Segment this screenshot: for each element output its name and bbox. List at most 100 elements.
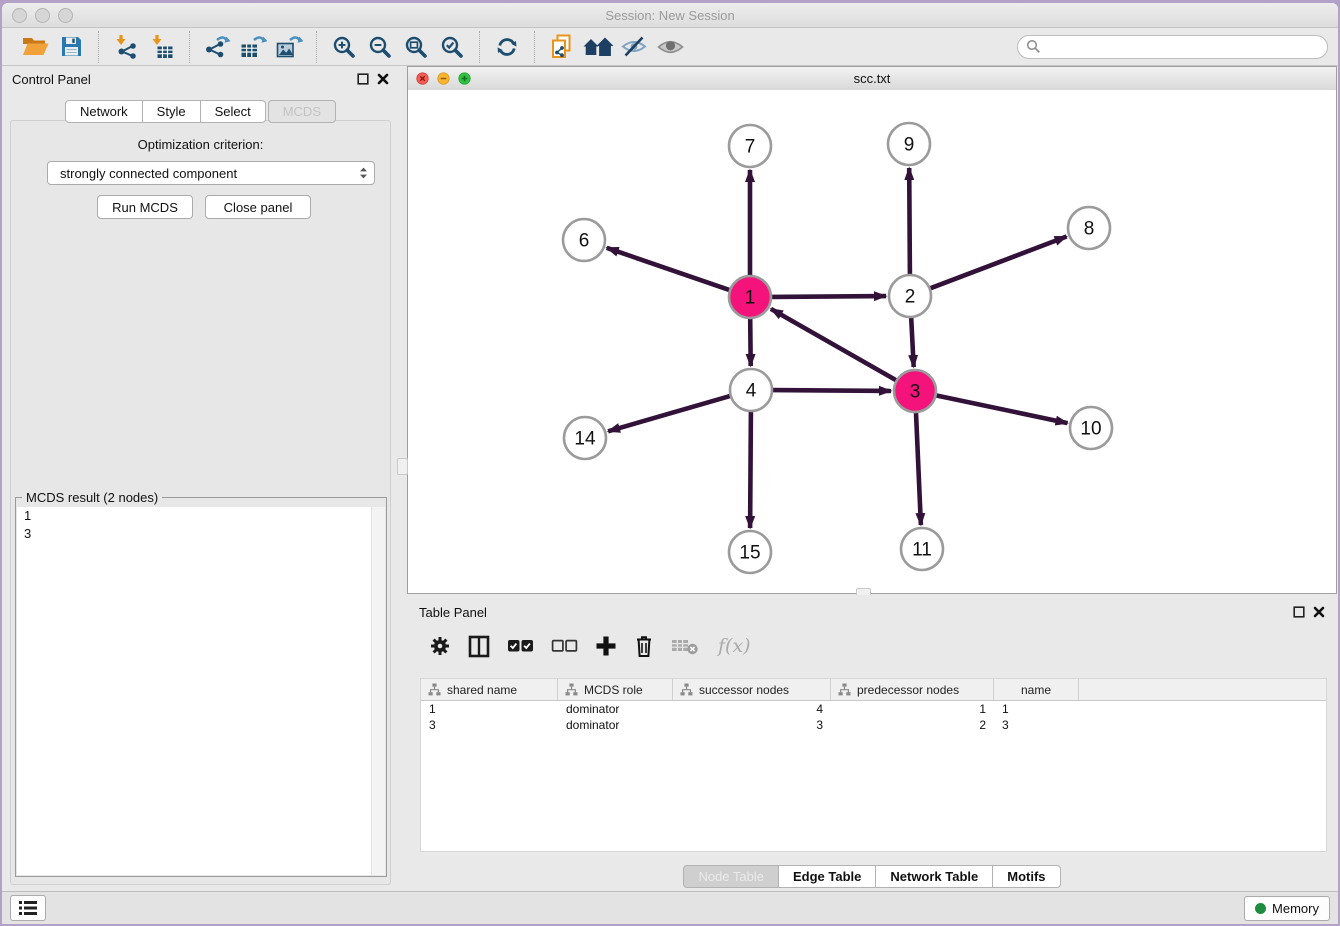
column-header-predecessor-nodes[interactable]: predecessor nodes [831, 679, 994, 700]
export-image-button[interactable] [271, 31, 307, 63]
close-window-button[interactable] [12, 8, 27, 23]
criterion-value: strongly connected component [60, 166, 359, 181]
graph-edge-4-3[interactable] [773, 390, 891, 391]
column-header-successor-nodes[interactable]: successor nodes [673, 679, 831, 700]
graph-node-4[interactable]: 4 [730, 369, 772, 411]
close-panel-button[interactable]: Close panel [205, 195, 311, 219]
open-session-button[interactable] [17, 31, 53, 63]
tab-edge-table[interactable]: Edge Table [778, 865, 876, 888]
node-table: shared nameMCDS rolesuccessor nodesprede… [420, 678, 1327, 852]
hide-details-button[interactable] [616, 31, 652, 63]
delete-column-button[interactable] [634, 634, 654, 658]
table-cell[interactable]: 3 [994, 718, 1079, 732]
graph-edge-1-2[interactable] [772, 296, 886, 297]
result-scrollbar[interactable] [371, 507, 385, 875]
graph-node-3[interactable]: 3 [894, 370, 936, 412]
maximize-window-button[interactable] [58, 8, 73, 23]
home-button[interactable] [580, 31, 616, 63]
network-canvas[interactable]: 7 9 6 8 1 2 4 3 14 10 15 11 [408, 90, 1336, 593]
gear-button[interactable] [429, 635, 451, 657]
graph-node-label: 3 [910, 382, 921, 403]
export-table-button[interactable] [235, 31, 271, 63]
tab-mcds[interactable]: MCDS [268, 100, 336, 123]
splitter-grip-vertical[interactable] [397, 458, 408, 475]
mcds-result-node[interactable]: 1 [17, 507, 385, 525]
column-header-MCDS-role[interactable]: MCDS role [558, 679, 673, 700]
search-box[interactable] [1017, 35, 1328, 59]
tab-network-table[interactable]: Network Table [875, 865, 993, 888]
column-header-name[interactable]: name [994, 679, 1079, 700]
graph-node-7[interactable]: 7 [729, 125, 771, 167]
network-window-titlebar[interactable]: scc.txt [408, 67, 1336, 91]
title-bar: Session: New Session [2, 3, 1338, 28]
graph-node-9[interactable]: 9 [888, 123, 930, 165]
graph-node-15[interactable]: 15 [729, 531, 771, 573]
graph-node-1[interactable]: 1 [729, 276, 771, 318]
refresh-view-button[interactable] [489, 31, 525, 63]
network-minimize-icon[interactable] [437, 72, 450, 85]
graph-node-6[interactable]: 6 [563, 219, 605, 261]
graph-edge-2-9[interactable] [909, 168, 910, 274]
network-close-icon[interactable] [416, 72, 429, 85]
graph-edge-4-14[interactable] [608, 396, 730, 431]
graph-edge-4-15[interactable] [750, 412, 751, 528]
float-table-panel-icon[interactable] [1293, 606, 1305, 618]
graph-node-8[interactable]: 8 [1068, 207, 1110, 249]
graph-node-11[interactable]: 11 [901, 528, 943, 570]
table-cell[interactable]: 2 [831, 718, 994, 732]
tab-motifs[interactable]: Motifs [992, 865, 1060, 888]
save-session-button[interactable] [53, 31, 89, 63]
memory-button[interactable]: Memory [1244, 896, 1330, 921]
table-cell[interactable]: 1 [421, 702, 558, 716]
tab-network[interactable]: Network [65, 100, 143, 123]
table-cell[interactable]: 1 [994, 702, 1079, 716]
graph-edge-1-6[interactable] [607, 248, 730, 290]
select-all-checkboxes-button[interactable] [507, 639, 534, 653]
mcds-result-node[interactable]: 3 [17, 525, 385, 543]
graph-node-14[interactable]: 14 [564, 417, 606, 459]
close-table-panel-icon[interactable] [1313, 606, 1325, 618]
table-cell[interactable]: 1 [831, 702, 994, 716]
table-cell[interactable]: 4 [673, 702, 831, 716]
table-cell[interactable]: 3 [421, 718, 558, 732]
graph-node-10[interactable]: 10 [1070, 407, 1112, 449]
task-history-button[interactable] [10, 895, 46, 921]
graph-edge-3-11[interactable] [916, 413, 921, 525]
search-input[interactable] [1046, 38, 1319, 55]
minimize-window-button[interactable] [35, 8, 50, 23]
toolbar-group [98, 31, 189, 63]
import-network-button[interactable] [108, 31, 144, 63]
export-network-button[interactable] [199, 31, 235, 63]
show-details-button[interactable] [652, 31, 688, 63]
zoom-selected-button[interactable] [434, 31, 470, 63]
run-mcds-button[interactable]: Run MCDS [97, 195, 193, 219]
tab-select[interactable]: Select [200, 100, 266, 123]
zoom-in-button[interactable] [326, 31, 362, 63]
zoom-fit-button[interactable] [398, 31, 434, 63]
zoom-out-button[interactable] [362, 31, 398, 63]
split-view-button[interactable] [468, 635, 490, 658]
table-row[interactable]: 3dominator323 [421, 717, 1326, 733]
graph-edge-2-8[interactable] [931, 237, 1067, 289]
network-maximize-icon[interactable] [458, 72, 471, 85]
graph-edge-3-1[interactable] [771, 309, 896, 380]
clone-network-button[interactable] [544, 31, 580, 63]
column-header-shared-name[interactable]: shared name [421, 679, 558, 700]
graph-node-2[interactable]: 2 [889, 275, 931, 317]
close-panel-icon[interactable] [377, 73, 389, 85]
table-cell[interactable]: dominator [558, 718, 673, 732]
clear-checkboxes-button[interactable] [551, 639, 578, 653]
graph-edge-2-3[interactable] [911, 318, 914, 367]
criterion-dropdown[interactable]: strongly connected component [47, 161, 375, 185]
graph-edge-1-4[interactable] [750, 319, 751, 366]
add-column-button[interactable] [595, 635, 617, 657]
tab-style[interactable]: Style [142, 100, 201, 123]
table-row[interactable]: 1dominator411 [421, 701, 1326, 717]
import-table-button[interactable] [144, 31, 180, 63]
float-panel-icon[interactable] [357, 73, 369, 85]
table-cell[interactable]: dominator [558, 702, 673, 716]
mcds-result-list[interactable]: 13 [17, 507, 385, 875]
tab-node-table[interactable]: Node Table [683, 865, 779, 888]
table-cell[interactable]: 3 [673, 718, 831, 732]
graph-edge-3-10[interactable] [937, 396, 1068, 424]
